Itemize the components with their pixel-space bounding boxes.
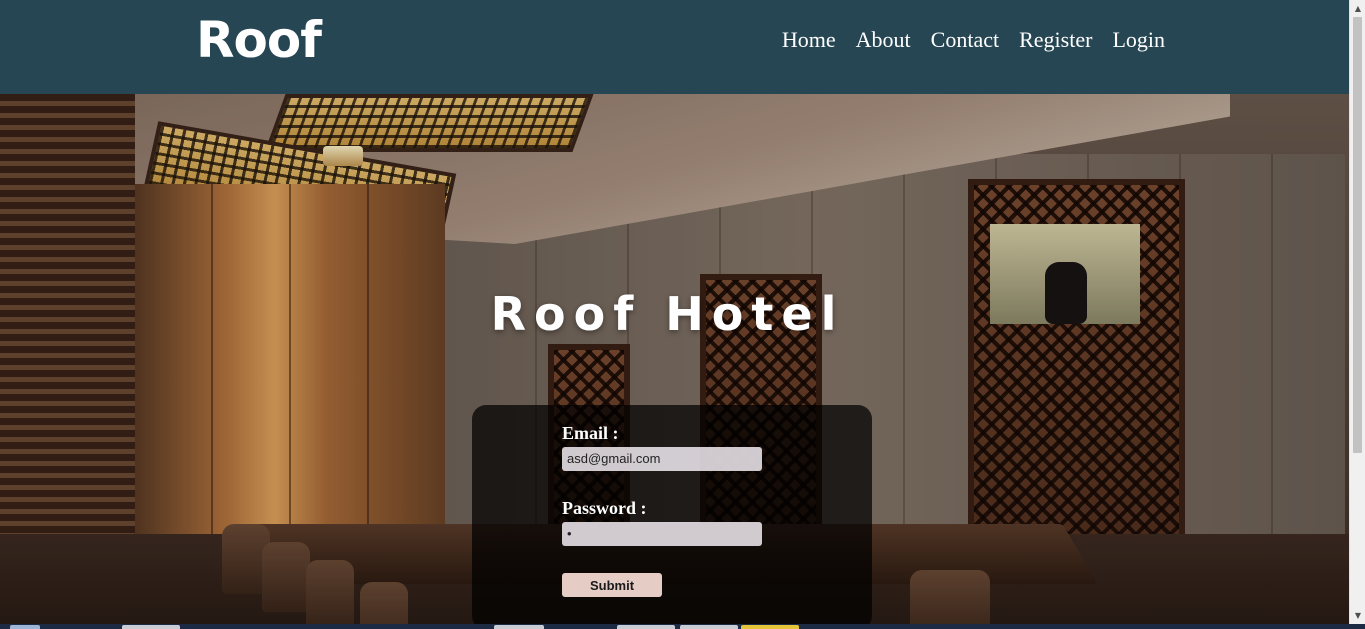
- vertical-scrollbar[interactable]: ▲ ▼: [1349, 0, 1365, 624]
- site-header: Roof Home About Contact Register Login: [0, 0, 1349, 94]
- submit-button[interactable]: Submit: [562, 573, 662, 597]
- password-field[interactable]: [562, 522, 762, 546]
- nav-about-link[interactable]: About: [856, 26, 911, 54]
- taskbar-item[interactable]: [617, 625, 675, 629]
- main-nav: Home About Contact Register Login: [782, 26, 1165, 54]
- nav-home-link[interactable]: Home: [782, 26, 836, 54]
- triangle-down-icon[interactable]: ▼: [1350, 607, 1365, 624]
- nav-register-link[interactable]: Register: [1019, 26, 1092, 54]
- scrollbar-thumb[interactable]: [1353, 17, 1362, 453]
- nav-login-link[interactable]: Login: [1112, 26, 1165, 54]
- os-taskbar: [0, 624, 1365, 629]
- nav-contact-link[interactable]: Contact: [931, 26, 999, 54]
- site-logo[interactable]: Roof: [196, 8, 322, 72]
- login-form: Email : Password : Submit: [472, 405, 872, 629]
- triangle-up-icon[interactable]: ▲: [1350, 0, 1365, 17]
- taskbar-item[interactable]: [741, 625, 799, 629]
- form-layer: Email : Password : Submit: [0, 94, 1349, 629]
- taskbar-item[interactable]: [494, 625, 544, 629]
- email-field[interactable]: [562, 447, 762, 471]
- start-button[interactable]: [10, 625, 40, 629]
- taskbar-item[interactable]: [122, 625, 180, 629]
- password-label: Password :: [562, 498, 647, 518]
- email-label: Email :: [562, 423, 619, 443]
- taskbar-item[interactable]: [680, 625, 738, 629]
